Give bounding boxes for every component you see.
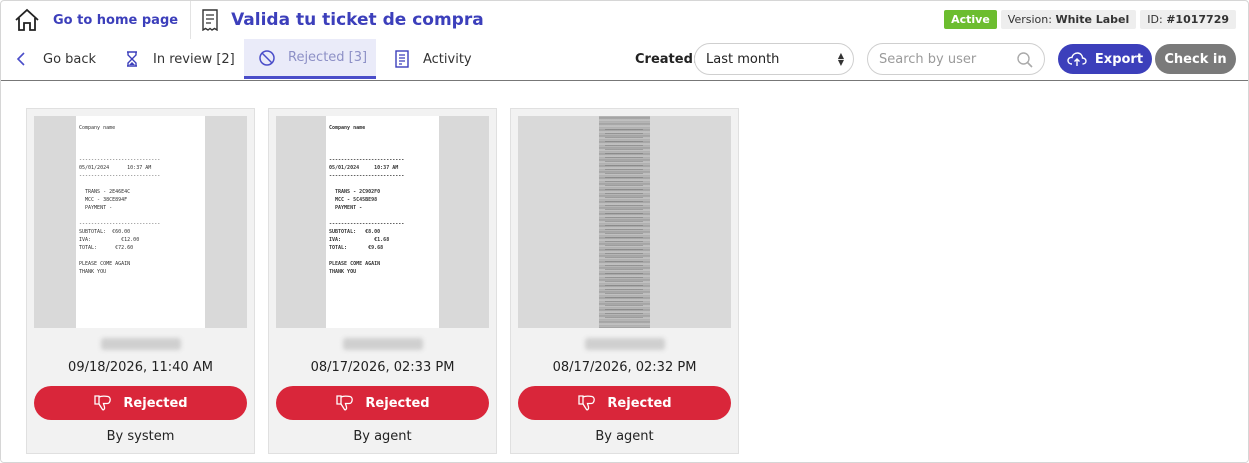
blurred-user-name — [101, 338, 181, 350]
search-icon[interactable] — [1016, 51, 1034, 69]
header-bar: Go to home page Valida tu ticket de comp… — [1, 1, 1248, 39]
search-input[interactable] — [879, 52, 1009, 67]
tab-activity[interactable]: Activity — [393, 39, 472, 79]
hourglass-icon — [127, 51, 137, 67]
go-back-label: Go back — [43, 51, 97, 67]
tab-rejected[interactable]: Rejected [3] — [244, 39, 376, 79]
id-chip: ID: #1017729 — [1140, 10, 1236, 29]
header-divider — [190, 1, 192, 39]
tab-in-review[interactable]: In review [2] — [123, 39, 235, 79]
document-list-icon — [395, 50, 409, 68]
home-icon — [15, 8, 39, 31]
version-value: White Label — [1055, 13, 1130, 26]
check-in-label: Check in — [1164, 51, 1227, 67]
meta-info: Active Version: White Label ID: #1017729 — [944, 10, 1236, 29]
receipt-thumbnail[interactable]: Company name ---------------------------… — [34, 116, 247, 328]
select-arrows-icon: ▲ ▼ — [837, 51, 844, 67]
blurred-user-name — [585, 338, 665, 350]
tab-activity-label: Activity — [423, 51, 472, 67]
rejected-label: Rejected — [365, 395, 430, 411]
version-label: Version: — [1007, 13, 1052, 26]
status-badge: Active — [944, 10, 997, 29]
rejected-button[interactable]: Rejected — [34, 386, 247, 420]
rejected-label: Rejected — [607, 395, 672, 411]
receipt-photo — [599, 116, 650, 328]
ticket-card[interactable]: Company name ------------------------- 0… — [268, 108, 497, 454]
thumbs-down-icon — [94, 395, 112, 411]
rejected-button[interactable]: Rejected — [276, 386, 489, 420]
tickets-grid: Company name ---------------------------… — [1, 82, 1248, 462]
ban-icon — [259, 49, 275, 66]
export-label: Export — [1094, 51, 1144, 67]
thumbs-down-icon — [336, 395, 354, 411]
receipt-icon — [202, 9, 218, 31]
export-button[interactable]: Export — [1058, 44, 1152, 74]
version-chip: Version: White Label — [1000, 10, 1137, 29]
tab-in-review-label: In review [2] — [153, 51, 235, 67]
rejected-by: By system — [106, 429, 175, 444]
receipt-image: Company name ------------------------- 0… — [326, 116, 439, 328]
rejected-label: Rejected — [123, 395, 188, 411]
ticket-card[interactable]: Company name ---------------------------… — [26, 108, 255, 454]
check-in-button[interactable]: Check in — [1155, 44, 1236, 74]
page-title: Valida tu ticket de compra — [231, 10, 484, 30]
rejected-by: By agent — [353, 429, 412, 444]
cloud-upload-icon — [1067, 52, 1087, 66]
rejected-button[interactable]: Rejected — [518, 386, 731, 420]
app-window: Go to home page Valida tu ticket de comp… — [0, 0, 1249, 463]
created-filter-value: Last month — [706, 51, 780, 67]
tab-rejected-label: Rejected [3] — [288, 50, 368, 65]
ticket-date: 09/18/2026, 11:40 AM — [68, 360, 213, 375]
created-filter-label: Created: — [635, 52, 699, 67]
receipt-thumbnail[interactable]: Company name ------------------------- 0… — [276, 116, 489, 328]
ticket-card[interactable]: 08/17/2026, 02:32 PM Rejected By agent — [510, 108, 739, 454]
go-back-button[interactable]: Go back — [13, 39, 96, 79]
chevron-left-icon — [16, 52, 25, 66]
search-box — [867, 43, 1045, 75]
receipt-image: Company name ---------------------------… — [76, 116, 205, 328]
created-filter-select[interactable]: Last month ▲ ▼ — [694, 43, 854, 75]
thumbs-down-icon — [578, 395, 596, 411]
rejected-by: By agent — [595, 429, 654, 444]
home-link-label: Go to home page — [53, 12, 179, 28]
ticket-date: 08/17/2026, 02:33 PM — [310, 360, 455, 375]
receipt-thumbnail[interactable] — [518, 116, 731, 328]
ticket-date: 08/17/2026, 02:32 PM — [552, 360, 697, 375]
id-value: #1017729 — [1166, 13, 1229, 26]
blurred-user-name — [343, 338, 423, 350]
home-link[interactable]: Go to home page — [1, 1, 178, 39]
id-label: ID: — [1147, 13, 1163, 26]
toolbar: Go back In review [2] Rejected [3] Activ… — [1, 39, 1248, 81]
